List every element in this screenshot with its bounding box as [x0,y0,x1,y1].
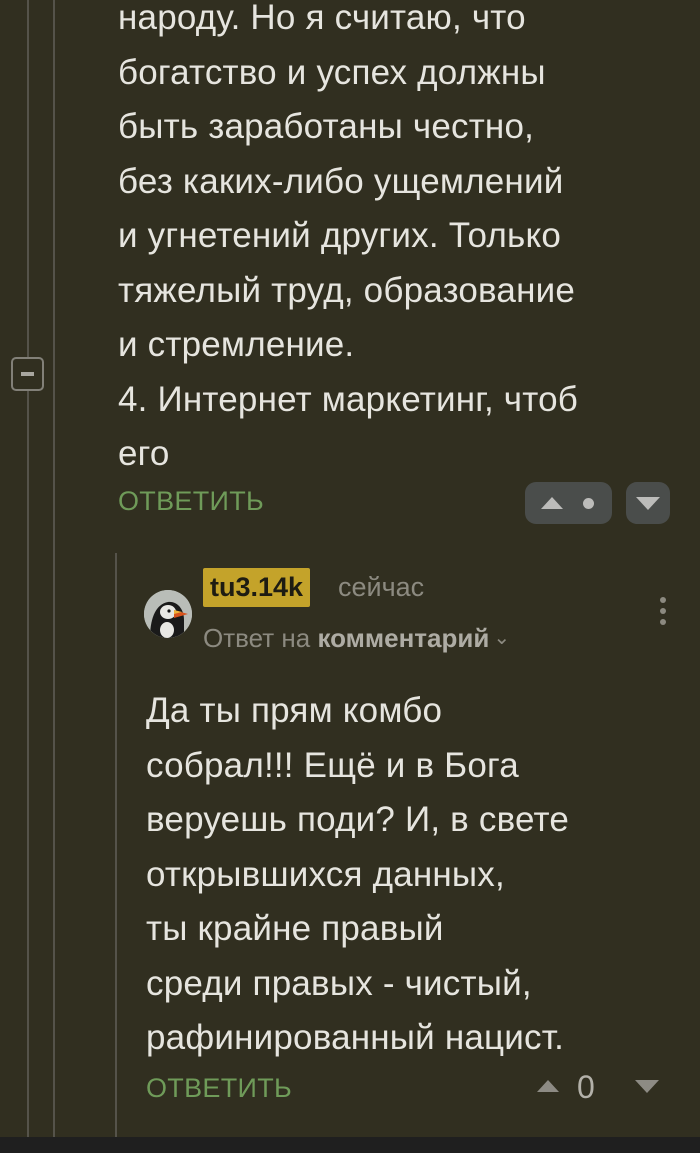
thread-line-level-3 [115,553,117,1137]
parent-downvote-button[interactable] [626,482,670,524]
username-badge[interactable]: tu3.14k [203,568,311,607]
reply-score: 0 [577,1069,595,1105]
reply-upvote-button[interactable] [537,1080,559,1092]
kebab-dot-icon [660,597,666,603]
bottom-bar [0,1137,700,1153]
score-dot-icon [583,498,594,509]
reply-to-prefix: Ответ на [203,623,311,653]
thread-line-level-2 [53,0,55,1137]
chevron-down-icon: ⌄ [493,627,511,649]
parent-comment-text: народу. Но я считаю, что богатство и усп… [118,0,578,473]
reply-to-target[interactable]: комментарий [317,623,489,653]
reply-to-link[interactable]: Ответ на комментарий ⌄ [203,623,510,654]
user-avatar[interactable] [144,590,192,638]
downvote-icon [636,497,660,510]
kebab-dot-icon [660,608,666,614]
parent-reply-button[interactable]: ОТВЕТИТЬ [118,486,264,517]
puffin-avatar-icon [144,590,192,638]
reply-downvote-button[interactable] [635,1080,659,1093]
more-options-button[interactable] [656,597,670,627]
thread-line-root [27,0,29,1137]
reply-reply-button[interactable]: ОТВЕТИТЬ [146,1073,292,1104]
kebab-dot-icon [660,619,666,625]
comment-time: сейчас [338,572,425,602]
collapse-thread-button[interactable] [11,357,44,391]
reply-comment-text: Да ты прям комбо собрал!!! Ещё и в Бога … [146,691,569,1057]
parent-upvote-button[interactable] [525,482,612,524]
upvote-icon [541,497,563,509]
